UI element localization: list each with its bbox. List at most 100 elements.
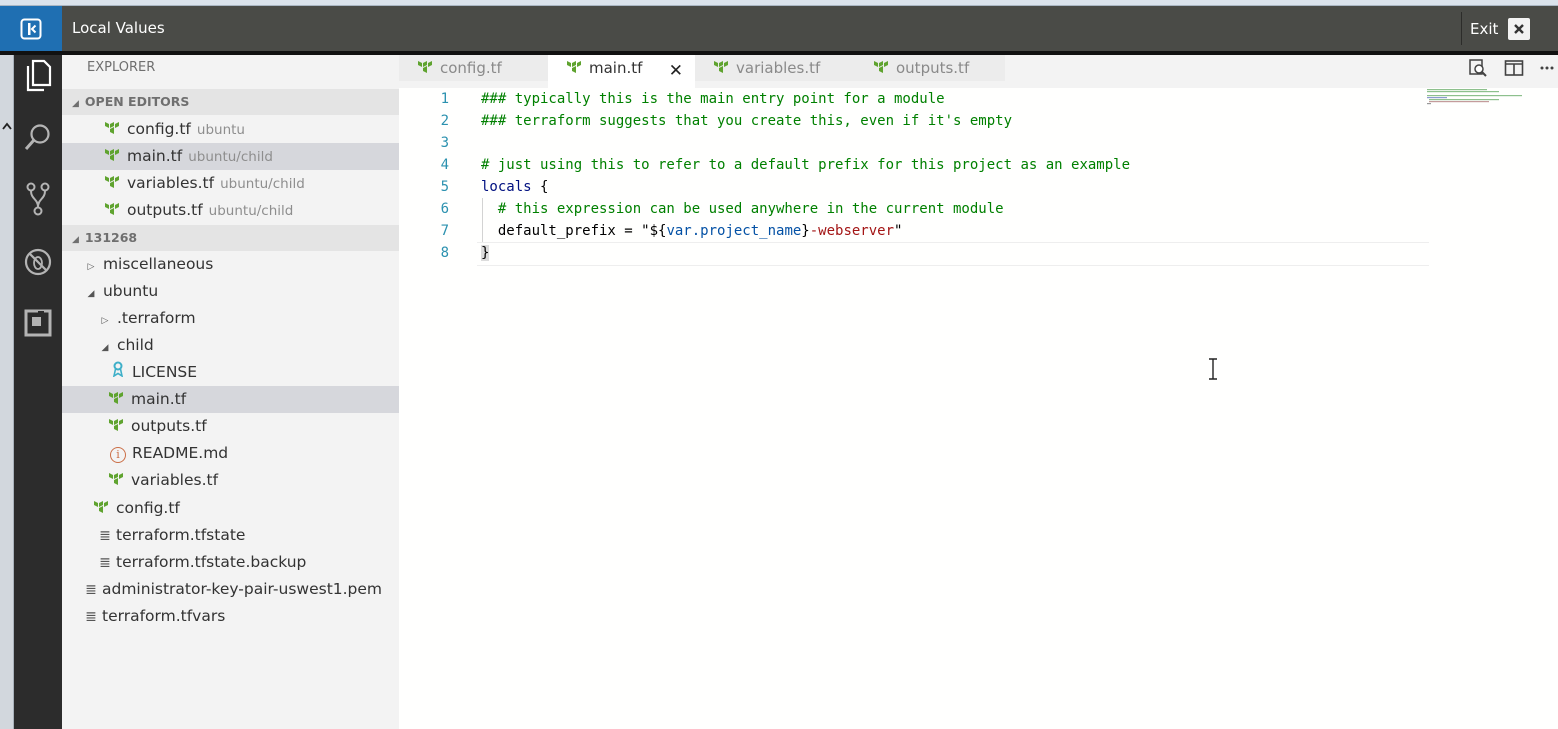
tree-file-outputs-tf[interactable]: outputs.tf [62, 413, 399, 440]
activity-explorer[interactable] [14, 55, 62, 95]
code-text: default_prefix = "${ [481, 223, 667, 239]
terraform-file-icon [94, 501, 108, 513]
chevron-right-icon: ▷ [101, 316, 109, 326]
current-line-highlight [477, 242, 1429, 266]
tree-file-readme[interactable]: i README.md [62, 440, 399, 467]
line-number: 8 [440, 245, 449, 261]
info-icon: i [110, 447, 126, 463]
text-cursor-icon [1209, 358, 1217, 380]
open-preview-icon[interactable] [1468, 58, 1488, 78]
debug-icon [24, 248, 52, 276]
open-editor-item[interactable]: outputs.tf ubuntu/child [62, 197, 399, 224]
more-icon[interactable] [1540, 65, 1554, 71]
tree-file-tfstate[interactable]: ≣ terraform.tfstate [62, 522, 399, 549]
tree-file-main-tf[interactable]: main.tf [62, 386, 399, 413]
tab-config-tf[interactable]: config.tf [399, 55, 548, 81]
split-editor-icon[interactable] [1504, 59, 1524, 77]
tree-item-label: miscellaneous [102, 255, 214, 273]
tree-folder-miscellaneous[interactable]: ▷ miscellaneous [62, 251, 399, 278]
tree-item-label: main.tf [131, 390, 187, 408]
code-text: { [531, 179, 549, 195]
tab-label: variables.tf [736, 59, 821, 77]
tree-item-label: ubuntu [102, 282, 159, 300]
open-editor-item[interactable]: main.tf ubuntu/child [62, 143, 399, 170]
tree-item-label: README.md [132, 444, 229, 462]
tree-folder-child[interactable]: ◢ child [62, 332, 399, 359]
explorer-sidebar: EXPLORER ◢ OPEN EDITORS config.tf ubuntu m… [62, 55, 399, 729]
tree-folder-terraform[interactable]: ▷ .terraform [62, 305, 399, 332]
tab-main-tf[interactable]: main.tf ✕ [548, 55, 695, 88]
exit-button[interactable]: Exit [1470, 6, 1531, 51]
open-editors-label: OPEN EDITORS [84, 94, 190, 109]
tab-variables-tf[interactable]: variables.tf [695, 55, 855, 81]
terraform-file-icon [105, 203, 119, 215]
activity-extensions[interactable] [14, 303, 62, 343]
terraform-file-icon [714, 61, 728, 73]
chevron-up-icon[interactable] [1, 119, 13, 133]
chevron-down-icon: ◢ [87, 289, 95, 299]
line-number: 6 [440, 201, 449, 217]
tree-file-pem[interactable]: ≣ administrator-key-pair-uswest1.pem [62, 576, 399, 603]
panel-toggle-button[interactable] [0, 6, 62, 51]
code-line: } [481, 242, 490, 264]
overlay-header: Local Values Exit [0, 6, 1558, 51]
workspace-label: 131268 [84, 230, 138, 245]
code-editor[interactable]: 1 2 3 4 5 6 7 8 ### typically this is th… [399, 88, 1558, 729]
code-line: default_prefix = "${var.project_name}-we… [481, 220, 903, 242]
tree-file-tfstate-backup[interactable]: ≣ terraform.tfstate.backup [62, 549, 399, 576]
editor-actions [1468, 55, 1558, 81]
open-editor-name: variables.tf [127, 174, 215, 192]
tree-folder-ubuntu[interactable]: ◢ ubuntu [62, 278, 399, 305]
open-editors-header[interactable]: ◢ OPEN EDITORS [62, 89, 399, 115]
open-editor-item[interactable]: config.tf ubuntu [62, 116, 399, 143]
tree-file-variables-tf[interactable]: variables.tf [62, 467, 399, 494]
terraform-file-icon [109, 473, 123, 485]
tree-file-license[interactable]: LICENSE [62, 359, 399, 386]
text-file-icon: ≣ [85, 609, 97, 625]
scroll-edge [0, 55, 14, 729]
code-line: # just using this to refer to a default … [481, 157, 1131, 173]
activity-search[interactable] [14, 118, 62, 158]
tree-item-label: LICENSE [132, 363, 198, 381]
tree-file-config-tf[interactable]: config.tf [62, 495, 399, 522]
overlay-title: Local Values [72, 19, 165, 37]
tree-item-label: terraform.tfstate [116, 526, 246, 544]
open-editor-path: ubuntu [196, 122, 245, 138]
tab-outputs-tf[interactable]: outputs.tf [855, 55, 1005, 81]
terraform-file-icon [109, 392, 123, 404]
terraform-file-icon [105, 122, 119, 134]
line-number: 3 [440, 135, 449, 151]
code-keyword: locals [481, 179, 532, 195]
terraform-file-icon [109, 419, 123, 431]
matched-bracket: } [481, 245, 490, 261]
code-string: -webserver [809, 223, 895, 239]
open-editor-item[interactable]: variables.tf ubuntu/child [62, 170, 399, 197]
text-file-icon: ≣ [99, 528, 111, 544]
tab-label: main.tf [589, 59, 643, 77]
chevron-right-icon: ▷ [87, 262, 95, 272]
open-editor-name: config.tf [127, 120, 191, 138]
activity-debug[interactable] [14, 242, 62, 282]
activity-bar [14, 55, 62, 729]
line-number: 1 [440, 91, 449, 107]
workspace-header[interactable]: ◢ 131268 [62, 225, 399, 251]
activity-source-control[interactable] [14, 179, 62, 219]
close-tab-icon[interactable]: ✕ [669, 58, 683, 84]
header-divider [1461, 12, 1462, 45]
open-editor-name: main.tf [127, 147, 183, 165]
tree-item-label: .terraform [116, 309, 196, 327]
app-window: Local Values Exit EXPLORER ◢ OPEN EDITOR… [0, 0, 1558, 729]
code-variable: var.project_name [666, 223, 802, 239]
files-icon [26, 59, 52, 92]
terraform-file-icon [874, 61, 888, 73]
open-editor-path: ubuntu/child [220, 176, 305, 192]
tree-file-tfvars[interactable]: ≣ terraform.tfvars [62, 603, 399, 630]
terraform-file-icon [105, 149, 119, 161]
chevron-down-icon: ◢ [101, 343, 109, 353]
line-number: 7 [440, 223, 449, 239]
panel-toggle-icon [20, 18, 42, 39]
code-line: # this expression can be used anywhere i… [481, 201, 1004, 217]
exit-label: Exit [1470, 19, 1499, 38]
text-file-icon: ≣ [85, 582, 97, 598]
minimap[interactable] [1427, 88, 1527, 108]
